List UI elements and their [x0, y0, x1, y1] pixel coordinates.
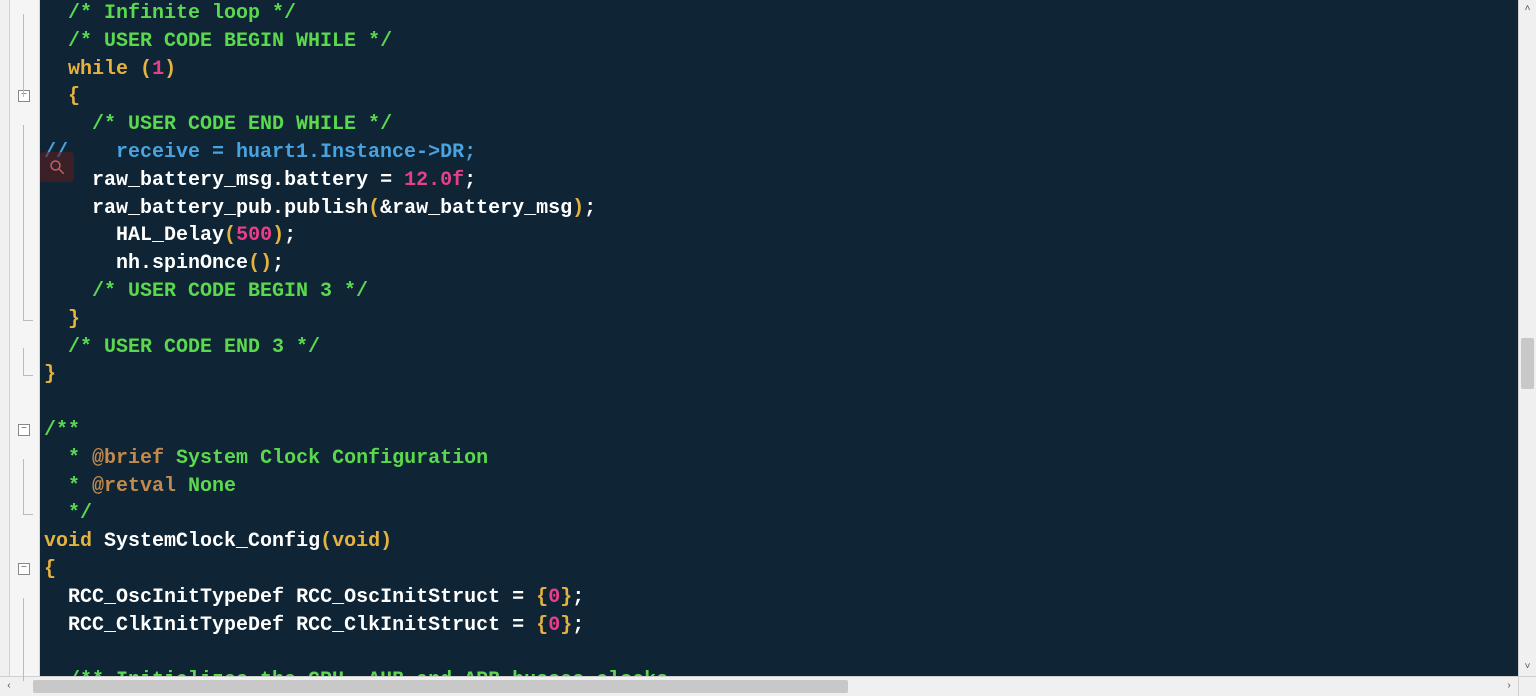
code-line[interactable]: * @brief System Clock Configuration: [44, 445, 1518, 473]
code-line[interactable]: {: [44, 83, 1518, 111]
code-line[interactable]: raw_battery_msg.battery = 12.0f;: [44, 167, 1518, 195]
code-line[interactable]: /* Infinite loop */: [44, 0, 1518, 28]
fold-guide-line: [23, 14, 24, 97]
code-line[interactable]: /* USER CODE BEGIN 3 */: [44, 278, 1518, 306]
fold-toggle-icon[interactable]: −: [18, 90, 30, 102]
editor-viewport[interactable]: /* Infinite loop */ /* USER CODE BEGIN W…: [40, 0, 1518, 676]
fold-gutter[interactable]: − − −: [10, 0, 40, 676]
scroll-up-arrow-icon[interactable]: ˄: [1519, 0, 1536, 18]
code-line[interactable]: while (1): [44, 56, 1518, 84]
code-line[interactable]: {: [44, 556, 1518, 584]
vertical-scroll-thumb[interactable]: [1521, 338, 1534, 389]
scroll-down-arrow-icon[interactable]: ˅: [1519, 658, 1536, 676]
search-indicator-icon: [40, 152, 74, 182]
code-line[interactable]: }: [44, 306, 1518, 334]
code-line[interactable]: /* USER CODE END 3 */: [44, 334, 1518, 362]
code-editor-root: − − − /* Infinite loop */ /* USER CODE BEG…: [0, 0, 1536, 696]
code-line[interactable]: * @retval None: [44, 473, 1518, 501]
vertical-scrollbar[interactable]: ˄ ˅: [1518, 0, 1536, 676]
code-line[interactable]: raw_battery_pub.publish(&raw_battery_msg…: [44, 195, 1518, 223]
fold-guide-line: [23, 348, 24, 376]
fold-toggle-icon[interactable]: −: [18, 424, 30, 436]
fold-guide-endcap: [23, 320, 33, 321]
code-line[interactable]: // receive = huart1.Instance->DR;: [44, 139, 1518, 167]
code-line[interactable]: [44, 389, 1518, 417]
horizontal-scrollbar[interactable]: ‹ ›: [0, 676, 1536, 696]
left-margin: [0, 0, 10, 676]
scroll-right-arrow-icon[interactable]: ›: [1500, 677, 1518, 696]
scrollbar-corner: [1518, 677, 1536, 696]
code-line[interactable]: */: [44, 500, 1518, 528]
code-area[interactable]: /* Infinite loop */ /* USER CODE BEGIN W…: [40, 0, 1518, 676]
fold-guide-line: [23, 459, 24, 515]
code-line[interactable]: HAL_Delay(500);: [44, 222, 1518, 250]
code-line[interactable]: [44, 639, 1518, 667]
horizontal-scroll-track[interactable]: [18, 677, 1500, 696]
code-line[interactable]: /**: [44, 417, 1518, 445]
code-line[interactable]: /* USER CODE BEGIN WHILE */: [44, 28, 1518, 56]
code-line[interactable]: RCC_ClkInitTypeDef RCC_ClkInitStruct = {…: [44, 612, 1518, 640]
fold-guide-endcap: [23, 514, 33, 515]
scroll-left-arrow-icon[interactable]: ‹: [0, 677, 18, 696]
editor-main-row: − − − /* Infinite loop */ /* USER CODE BEG…: [0, 0, 1536, 676]
fold-guide-line: [23, 598, 24, 681]
fold-toggle-icon[interactable]: −: [18, 563, 30, 575]
code-line[interactable]: RCC_OscInitTypeDef RCC_OscInitStruct = {…: [44, 584, 1518, 612]
code-line[interactable]: void SystemClock_Config(void): [44, 528, 1518, 556]
vertical-scroll-track[interactable]: [1519, 18, 1536, 658]
horizontal-scroll-thumb[interactable]: [33, 680, 848, 693]
fold-guide-endcap: [23, 375, 33, 376]
code-line[interactable]: }: [44, 361, 1518, 389]
code-line[interactable]: nh.spinOnce();: [44, 250, 1518, 278]
code-line[interactable]: /** Initializes the CPU, AHB and APB bus…: [44, 667, 1518, 676]
fold-guide-line: [23, 125, 24, 320]
code-line[interactable]: /* USER CODE END WHILE */: [44, 111, 1518, 139]
